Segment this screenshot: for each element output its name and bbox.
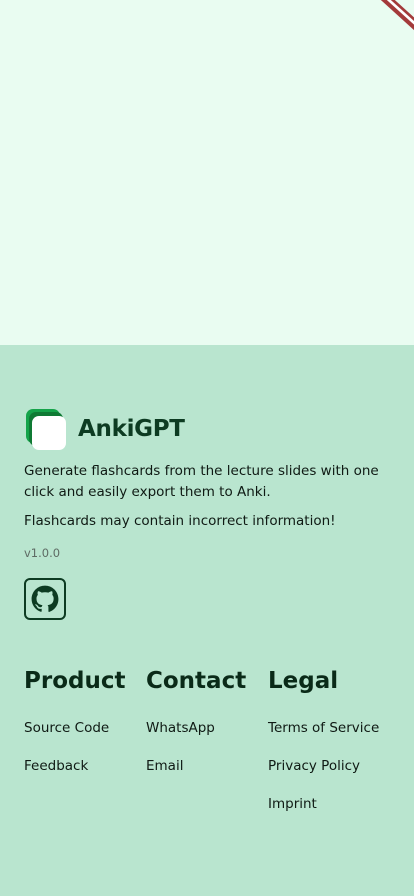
imprint-link[interactable]: Imprint (268, 795, 317, 813)
page: AnkiGPT Generate flashcards from the lec… (0, 0, 414, 896)
ankigpt-logo-icon (24, 408, 66, 450)
whatsapp-link[interactable]: WhatsApp (146, 719, 215, 737)
corner-ribbon (380, 0, 414, 31)
footer-description: Generate flashcards from the lecture sli… (24, 463, 379, 500)
source-code-link[interactable]: Source Code (24, 719, 109, 737)
version-label: v1.0.0 (24, 546, 61, 560)
brand[interactable]: AnkiGPT (24, 408, 185, 450)
contact-column: Contact WhatsApp Email (146, 667, 247, 774)
accuracy-warning: Flashcards may contain incorrect informa… (24, 513, 336, 529)
privacy-policy-link[interactable]: Privacy Policy (268, 757, 360, 775)
content-area (0, 0, 414, 345)
legal-heading: Legal (268, 668, 339, 694)
footer: AnkiGPT Generate flashcards from the lec… (0, 345, 414, 896)
brand-name: AnkiGPT (78, 416, 185, 442)
github-icon (31, 585, 59, 612)
product-column: Product Source Code Feedback (24, 667, 126, 774)
github-button[interactable] (24, 578, 66, 620)
feedback-link[interactable]: Feedback (24, 757, 88, 775)
product-heading: Product (24, 668, 126, 694)
terms-of-service-link[interactable]: Terms of Service (268, 719, 379, 737)
email-link[interactable]: Email (146, 757, 183, 775)
contact-heading: Contact (146, 668, 247, 694)
legal-column: Legal Terms of Service Privacy Policy Im… (268, 667, 379, 812)
